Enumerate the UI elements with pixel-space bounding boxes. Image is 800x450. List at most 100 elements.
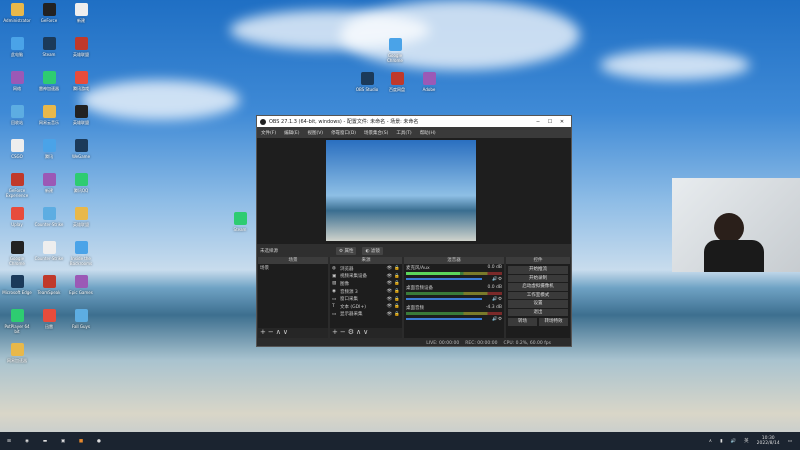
- desktop-icon[interactable]: 网络: [2, 71, 32, 92]
- menu-item[interactable]: 工具(T): [396, 130, 411, 136]
- transition-button[interactable]: 转场: [508, 318, 537, 326]
- desktop-icon[interactable]: OBS Studio: [352, 72, 382, 92]
- eye-icon[interactable]: 👁: [387, 289, 393, 294]
- desktop-icon[interactable]: 腾讯: [34, 139, 64, 160]
- desktop-icon[interactable]: TeamSpeak: [34, 275, 64, 295]
- source-item[interactable]: T 文本 (GDI+) 👁 🔒: [332, 303, 400, 311]
- source-item[interactable]: ◍ 浏览器 👁 🔒: [332, 265, 400, 273]
- desktop-icon[interactable]: 网易加速器: [2, 343, 32, 364]
- scene-toolbar[interactable]: +−∧∨: [258, 328, 328, 338]
- tray-chevron-icon[interactable]: ∧: [709, 439, 712, 444]
- lock-icon[interactable]: 🔒: [394, 266, 400, 271]
- lock-icon[interactable]: 🔒: [394, 289, 400, 294]
- menu-item[interactable]: 帮助(H): [420, 130, 436, 136]
- source-item[interactable]: ▭ 显示器采集 👁 🔒: [332, 311, 400, 319]
- control-button[interactable]: 工作室模式: [508, 291, 568, 299]
- menu-item[interactable]: 视图(V): [307, 130, 323, 136]
- volume-slider[interactable]: [406, 298, 483, 300]
- desktop-icon[interactable]: Epic Games: [66, 275, 96, 295]
- desktop-icon[interactable]: 百度网盘: [382, 72, 412, 93]
- eye-icon[interactable]: 👁: [387, 297, 393, 302]
- app-icon[interactable]: ■: [72, 432, 90, 450]
- desktop-icon[interactable]: Steam: [225, 212, 255, 232]
- control-button[interactable]: 退出: [508, 308, 568, 316]
- menu-item[interactable]: 文件(F): [261, 130, 276, 136]
- desktop-icon[interactable]: Fall Guys: [66, 309, 96, 329]
- eye-icon[interactable]: 👁: [387, 281, 393, 286]
- desktop-icon[interactable]: 迅雷: [34, 309, 64, 330]
- desktop-icon[interactable]: Microsoft Edge: [2, 275, 32, 295]
- source-item[interactable]: ▣ 视频采集设备 👁 🔒: [332, 273, 400, 281]
- desktop-icon[interactable]: 腾讯游戏: [66, 71, 96, 92]
- microphone-icon[interactable]: ▮: [720, 439, 722, 444]
- desktop-icon[interactable]: 新建: [34, 173, 64, 194]
- title-bar: OBS 27.1.3 (64-bit, windows) - 配置文件: 未命名…: [257, 116, 571, 127]
- desktop-icon[interactable]: Adobe: [414, 72, 444, 92]
- gear-icon[interactable]: ⚙: [498, 297, 502, 302]
- lock-icon[interactable]: 🔒: [394, 304, 400, 309]
- edge-icon[interactable]: ◉: [18, 432, 36, 450]
- desktop-icon[interactable]: 此电脑: [2, 37, 32, 58]
- desktop-icon[interactable]: 网易云音乐: [34, 105, 64, 126]
- close-button[interactable]: ✕: [556, 119, 568, 125]
- filters-button[interactable]: ◐ 滤镜: [362, 246, 383, 255]
- minimize-button[interactable]: ─: [532, 119, 544, 125]
- lock-icon[interactable]: 🔒: [394, 281, 400, 286]
- volume-slider[interactable]: [406, 278, 483, 280]
- source-item[interactable]: ◉ 音频源 3 👁 🔒: [332, 288, 400, 296]
- desktop-icon[interactable]: Uplay: [2, 207, 32, 227]
- control-button[interactable]: 启动虚拟摄像机: [508, 283, 568, 291]
- properties-button[interactable]: ⚙ 属性: [336, 246, 357, 255]
- desktop-icon[interactable]: Google Chrome: [2, 241, 32, 266]
- desktop-icon[interactable]: PotPlayer 64 bit: [2, 309, 32, 334]
- desktop-icon[interactable]: Inside the Backrooms: [66, 241, 96, 266]
- desktop-icon[interactable]: CSGO: [2, 139, 32, 159]
- source-toolbar[interactable]: +−⚙∧∨: [330, 328, 402, 338]
- menu-item[interactable]: 编辑(E): [284, 130, 299, 136]
- source-item[interactable]: ▧ 图像 👁 🔒: [332, 280, 400, 288]
- desktop-icon[interactable]: 雷神加速器: [34, 71, 64, 92]
- volume-slider[interactable]: [406, 318, 483, 320]
- desktop-icon[interactable]: Steam: [34, 37, 64, 57]
- eye-icon[interactable]: 👁: [387, 304, 393, 309]
- desktop-icon[interactable]: 新建: [66, 3, 96, 24]
- source-item[interactable]: ▭ 窗口采集 👁 🔒: [332, 295, 400, 303]
- scene-item[interactable]: 场景: [260, 265, 326, 271]
- desktop-icon[interactable]: 英雄联盟: [66, 207, 96, 228]
- volume-icon[interactable]: 🔊: [731, 439, 737, 444]
- ime-icon[interactable]: 英: [744, 438, 749, 444]
- desktop-icon[interactable]: WeGame: [66, 139, 96, 159]
- desktop-icon[interactable]: Google Chrome: [380, 38, 410, 63]
- obs-taskbar-icon[interactable]: ●: [90, 432, 108, 450]
- store-icon[interactable]: ▣: [54, 432, 72, 450]
- maximize-button[interactable]: ☐: [544, 119, 556, 125]
- desktop-icon[interactable]: 英雄联盟: [66, 105, 96, 126]
- desktop-icon[interactable]: Counter-Strike: [34, 207, 64, 227]
- desktop-icon[interactable]: GeForce Experience: [2, 173, 32, 198]
- control-button[interactable]: 开始录制: [508, 274, 568, 282]
- start-button[interactable]: ⊞: [0, 432, 18, 450]
- menu-item[interactable]: 场景集合(S): [364, 130, 388, 136]
- lock-icon[interactable]: 🔒: [394, 274, 400, 279]
- gear-icon[interactable]: ⚙: [498, 277, 502, 282]
- desktop-icon[interactable]: 英雄联盟: [66, 37, 96, 58]
- desktop-icon[interactable]: Administrator: [2, 3, 32, 23]
- preview[interactable]: [257, 138, 571, 244]
- control-button[interactable]: 设置: [508, 300, 568, 308]
- eye-icon[interactable]: 👁: [387, 266, 393, 271]
- gear-icon[interactable]: ⚙: [498, 317, 502, 322]
- eye-icon[interactable]: 👁: [387, 312, 393, 317]
- menu-item[interactable]: 停靠窗口(D): [331, 130, 356, 136]
- lock-icon[interactable]: 🔒: [394, 312, 400, 317]
- transition-button[interactable]: 转场特效: [539, 318, 568, 326]
- eye-icon[interactable]: 👁: [387, 274, 393, 279]
- notification-icon[interactable]: ▭: [788, 439, 792, 444]
- desktop-icon[interactable]: Counter-Strike: [34, 241, 64, 261]
- lock-icon[interactable]: 🔒: [394, 297, 400, 302]
- desktop-icon[interactable]: GeForce: [34, 3, 64, 23]
- control-button[interactable]: 开始推流: [508, 266, 568, 274]
- desktop-icon[interactable]: 回收站: [2, 105, 32, 126]
- clock[interactable]: 10:30 2022/8/14: [757, 436, 780, 446]
- file-explorer-icon[interactable]: ▬: [36, 432, 54, 450]
- desktop-icon[interactable]: 腾讯QQ: [66, 173, 96, 194]
